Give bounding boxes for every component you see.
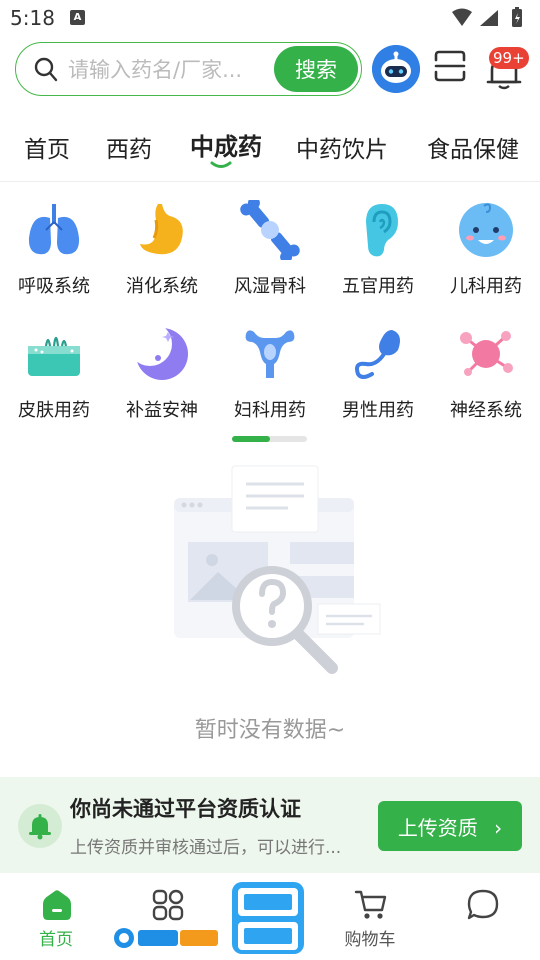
category-label: 风湿骨科 (234, 276, 306, 297)
category-pediatrics[interactable]: 儿科用药 (432, 192, 540, 302)
tab-chinese-patent-medicine[interactable]: 中成药 (190, 127, 262, 162)
uterus-icon (245, 330, 295, 378)
skin-icon (28, 336, 80, 376)
scroll-thumb (232, 436, 270, 442)
bottom-nav: 首页 购物车 (0, 874, 540, 960)
grid-icon (152, 889, 184, 921)
baby-icon (459, 203, 513, 257)
certification-notice: 你尚未通过平台资质认证 上传资质并审核通过后，可以进行... 上传资质 › (0, 777, 540, 873)
chevron-right-icon: › (494, 815, 503, 840)
cart-icon (354, 890, 387, 919)
category-label: 补益安神 (126, 400, 198, 421)
tab-home[interactable]: 首页 (24, 130, 70, 164)
status-time: 5:18 (10, 6, 55, 30)
lungs-icon (28, 204, 80, 255)
category-label: 皮肤用药 (18, 400, 90, 421)
nav-cart-label: 购物车 (344, 930, 396, 950)
category-ent[interactable]: 五官用药 (324, 192, 432, 302)
nav-home-label: 首页 (39, 930, 73, 950)
search-icon (34, 57, 58, 82)
bone-joint-icon (240, 200, 300, 260)
nav-home[interactable]: 首页 (2, 874, 110, 960)
notice-bell-icon (18, 804, 62, 848)
promo-banner-icon[interactable] (228, 878, 308, 958)
empty-data-illustration (174, 465, 381, 674)
category-digestive[interactable]: 消化系统 (108, 192, 216, 302)
category-nervous-system[interactable]: 神经系统 (432, 316, 540, 426)
notice-title: 你尚未通过平台资质认证 (70, 797, 301, 821)
category-dermatology[interactable]: 皮肤用药 (0, 316, 108, 426)
status-bar: 5:18 A (0, 0, 540, 36)
tab-health-food[interactable]: 食品保健 (427, 130, 519, 164)
category-label: 神经系统 (450, 400, 522, 421)
category-label: 消化系统 (126, 276, 198, 297)
nav-cart[interactable]: 购物车 (316, 874, 424, 960)
category-label: 呼吸系统 (18, 276, 90, 297)
notification-bell[interactable]: 99+ (480, 47, 530, 90)
search-input[interactable] (68, 52, 280, 88)
moon-icon (132, 324, 188, 380)
category-label: 五官用药 (342, 276, 414, 297)
tab-herbal-pieces[interactable]: 中药饮片 (296, 130, 388, 164)
signal-wifi-battery-icon (452, 7, 522, 27)
male-icon (355, 330, 400, 379)
category-gynecology[interactable]: 妇科用药 (216, 316, 324, 426)
category-scroll-indicator (232, 436, 307, 442)
category-label: 男性用药 (342, 400, 414, 421)
search-button[interactable]: 搜索 (274, 46, 358, 92)
neuron-icon (460, 331, 513, 376)
tab-western-medicine[interactable]: 西药 (106, 130, 152, 164)
home-icon (43, 890, 71, 920)
assistant-robot-icon[interactable] (372, 45, 420, 93)
category-male-medicine[interactable]: 男性用药 (324, 316, 432, 426)
category-tabs: 首页 西药 中成药 中药饮片 食品保健 (0, 120, 540, 182)
upload-qualification-button[interactable]: 上传资质 › (378, 801, 522, 851)
upload-button-label: 上传资质 (397, 815, 478, 840)
scan-icon[interactable] (433, 49, 467, 83)
active-tab-indicator (210, 161, 232, 168)
category-label: 妇科用药 (234, 400, 306, 421)
category-rheumatology-orthopedics[interactable]: 风湿骨科 (216, 192, 324, 302)
ear-icon (366, 204, 398, 257)
notice-subtitle: 上传资质并审核通过后，可以进行... (70, 838, 342, 858)
nav-profile[interactable] (428, 874, 536, 960)
category-tonic-sedative[interactable]: 补益安神 (108, 316, 216, 426)
accessibility-icon: A (70, 10, 85, 25)
site-watermark-logo (114, 928, 218, 948)
app-screen: 5:18 A 搜索 (0, 0, 540, 960)
stomach-icon (140, 204, 183, 255)
notification-badge: 99+ (489, 47, 529, 69)
category-label: 儿科用药 (450, 276, 522, 297)
category-respiratory[interactable]: 呼吸系统 (0, 192, 108, 302)
chat-bubble-icon (467, 889, 499, 920)
empty-state-text: 暂时没有数据~ (194, 718, 346, 743)
search-bar: 搜索 (15, 42, 362, 96)
